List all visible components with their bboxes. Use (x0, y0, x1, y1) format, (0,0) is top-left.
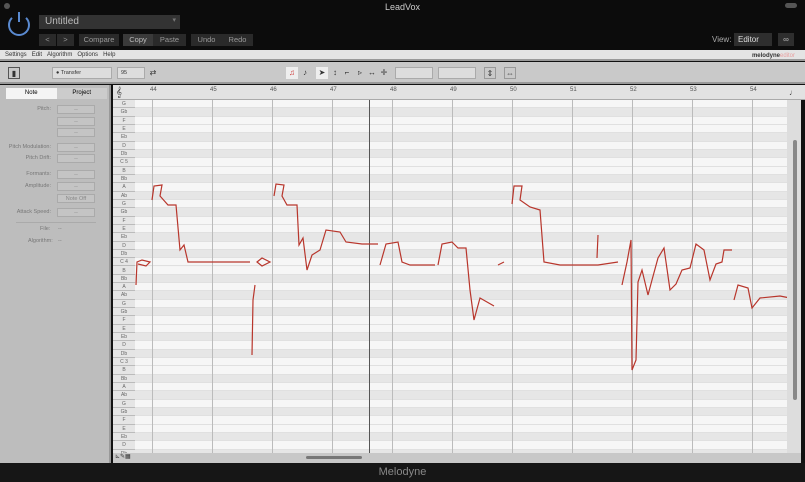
note-blob (596, 234, 732, 371)
note-blob (497, 185, 619, 266)
note-blob (135, 259, 152, 286)
zoom-tools-icon[interactable]: ⊾✎▦ (115, 453, 131, 460)
overview-bar[interactable] (113, 453, 801, 463)
note-blob (733, 284, 791, 310)
note-blob (151, 184, 250, 263)
vertical-scroll-thumb[interactable] (793, 140, 797, 400)
footer-label: Melodyne (0, 463, 805, 482)
horizontal-scroll-thumb[interactable] (306, 456, 362, 459)
note-blobs (135, 183, 791, 371)
note-blob (273, 183, 378, 271)
note-blob (251, 284, 256, 356)
note-blob (256, 257, 272, 267)
note-blob (437, 241, 495, 321)
pitch-curve-layer (135, 183, 791, 371)
note-blob (379, 241, 435, 266)
